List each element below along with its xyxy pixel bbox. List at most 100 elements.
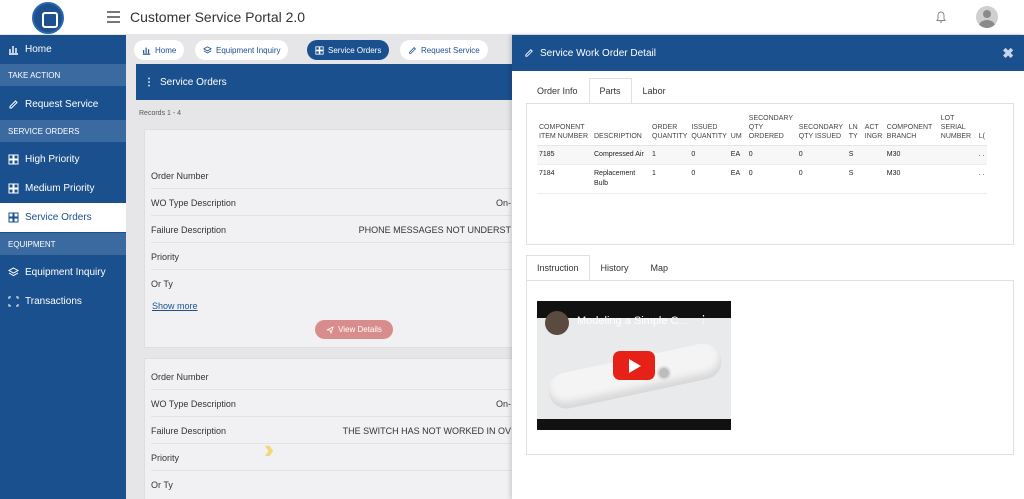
column-header: UM xyxy=(728,114,747,146)
tab-labor[interactable]: Labor xyxy=(632,78,677,104)
sidebar-item-request-service[interactable]: Request Service xyxy=(0,90,126,119)
sidebar-item-high-priority[interactable]: High Priority xyxy=(0,145,126,174)
close-icon[interactable]: ✖ xyxy=(1002,45,1014,62)
sidebar-item-label: High Priority xyxy=(25,154,80,165)
grid-icon xyxy=(315,45,324,55)
tab-request-service[interactable]: Request Service xyxy=(400,40,488,60)
sidebar: Home TAKE ACTION Request Service SERVICE… xyxy=(0,35,126,499)
chart-icon xyxy=(9,46,18,55)
sidebar-item-service-orders[interactable]: Service Orders xyxy=(0,203,126,232)
grid-icon xyxy=(8,212,19,223)
table-cell: EA xyxy=(728,164,747,194)
table-cell: 0 xyxy=(746,164,797,194)
order-card: Order Number WO Type Description On- Fai… xyxy=(144,129,516,348)
sidebar-item-label: Request Service xyxy=(25,99,99,110)
chart-icon xyxy=(142,47,151,55)
sidebar-item-label: Equipment Inquiry xyxy=(25,267,106,278)
service-orders-header: ⋮ Service Orders xyxy=(136,64,536,100)
chevrons-icon: ››› xyxy=(264,434,274,464)
field-label: Failure Description xyxy=(151,224,227,235)
sidebar-item-label: Service Orders xyxy=(25,212,92,223)
column-header: LOT SERIAL NUMBER xyxy=(938,114,977,146)
section-title: Service Orders xyxy=(160,76,227,88)
failure-row: Failure Description THE SWITCH HAS NOT W… xyxy=(151,418,511,444)
play-button[interactable] xyxy=(613,351,655,380)
tab-label: Equipment Inquiry xyxy=(216,45,281,55)
company-logo[interactable] xyxy=(32,2,64,34)
field-label: Priority xyxy=(151,251,180,262)
column-header: ACT INGR xyxy=(862,114,885,146)
user-avatar[interactable] xyxy=(976,6,998,28)
priority-row: Priority xyxy=(151,445,511,471)
layers-icon xyxy=(203,45,212,53)
table-cell: 0 xyxy=(689,145,729,165)
sidebar-item-medium-priority[interactable]: Medium Priority xyxy=(0,174,126,203)
sidebar-section-equipment: EQUIPMENT xyxy=(0,233,126,255)
notification-bell-icon[interactable] xyxy=(934,10,948,24)
tab-parts[interactable]: Parts xyxy=(588,78,632,104)
tab-history[interactable]: History xyxy=(590,255,640,281)
priority-row: Priority xyxy=(151,244,511,270)
more-vertical-icon[interactable]: ⋮ xyxy=(698,313,709,326)
tab-home[interactable]: Home xyxy=(134,40,185,60)
field-value: On- xyxy=(495,398,511,409)
field-value: THE SWITCH HAS NOT WORKED IN OV xyxy=(342,425,511,436)
failure-row: Failure Description PHONE MESSAGES NOT U… xyxy=(151,217,511,243)
app-title: Customer Service Portal 2.0 xyxy=(130,9,306,25)
tab-service-orders[interactable]: Service Orders xyxy=(307,40,390,60)
table-cell: . . xyxy=(976,145,988,165)
tab-order-info[interactable]: Order Info xyxy=(526,78,589,104)
tab-equipment-inquiry[interactable]: Equipment Inquiry xyxy=(195,40,289,60)
field-label: Order Number xyxy=(151,371,209,382)
video-player[interactable]: Modeling a Simple C... ⋮ xyxy=(537,301,731,430)
field-label: WO Type Description xyxy=(151,197,236,208)
instruction-box: Modeling a Simple C... ⋮ xyxy=(526,280,1014,455)
layers-icon xyxy=(8,267,19,277)
video-title[interactable]: Modeling a Simple C... xyxy=(577,315,688,327)
table-row[interactable]: 7184 Replacement Bulb 1 0 EA 0 0 S M30 .… xyxy=(537,164,988,194)
field-label: Or Ty xyxy=(151,480,173,490)
sidebar-item-home[interactable]: Home xyxy=(0,35,126,64)
parts-table: COMPONENT ITEM NUMBER DESCRIPTION ORDER … xyxy=(537,114,988,194)
show-more-link[interactable]: Show more xyxy=(152,301,198,311)
pencil-icon xyxy=(409,46,416,54)
view-details-button[interactable]: View Details xyxy=(315,320,393,339)
column-header: SECONDARY QTY ORDERED xyxy=(746,114,797,146)
table-cell: 1 xyxy=(650,164,690,194)
column-header: SECONDARY QTY ISSUED xyxy=(796,114,847,146)
tab-label: Request Service xyxy=(421,45,480,55)
column-header: DESCRIPTION xyxy=(592,114,650,146)
tab-label: Service Orders xyxy=(328,45,382,55)
sidebar-item-label: Home xyxy=(25,44,52,55)
grid-icon xyxy=(8,154,19,165)
column-header: LN TY xyxy=(846,114,863,146)
work-order-detail-panel: Service Work Order Detail ✖ Order Info P… xyxy=(512,35,1024,499)
or-ty-row: Or Ty xyxy=(151,271,511,297)
tab-instruction[interactable]: Instruction xyxy=(526,255,590,281)
tab-map[interactable]: Map xyxy=(640,255,680,281)
order-card: Order Number WO Type Description On- Fai… xyxy=(144,358,516,499)
menu-toggle-icon[interactable] xyxy=(107,11,120,23)
table-cell: Compressed Air xyxy=(592,145,650,165)
sidebar-item-label: Medium Priority xyxy=(25,183,95,194)
sidebar-section-service-orders: SERVICE ORDERS xyxy=(0,120,126,142)
table-cell: 7185 xyxy=(537,145,592,165)
top-bar: Customer Service Portal 2.0 xyxy=(0,0,1024,35)
table-cell: 0 xyxy=(746,145,797,165)
sidebar-item-transactions[interactable]: Transactions xyxy=(0,287,126,316)
table-cell: 0 xyxy=(796,145,847,165)
transactions-icon xyxy=(8,296,19,307)
sidebar-item-label: Transactions xyxy=(25,296,82,307)
sidebar-item-equipment-inquiry[interactable]: Equipment Inquiry xyxy=(0,258,126,287)
send-icon xyxy=(326,325,334,334)
table-row[interactable]: 7185 Compressed Air 1 0 EA 0 0 S M30 . . xyxy=(537,145,988,165)
records-count: Records 1 - 4 xyxy=(139,110,182,117)
pipe-hole xyxy=(657,366,671,380)
wo-type-row: WO Type Description On- xyxy=(151,190,511,216)
column-header: ORDER QUANTITY xyxy=(650,114,690,146)
tab-label: Home xyxy=(155,45,177,55)
more-vertical-icon[interactable]: ⋮ xyxy=(144,77,154,88)
channel-avatar[interactable] xyxy=(545,311,569,335)
pencil-icon xyxy=(525,49,533,57)
table-cell: S xyxy=(846,145,863,165)
